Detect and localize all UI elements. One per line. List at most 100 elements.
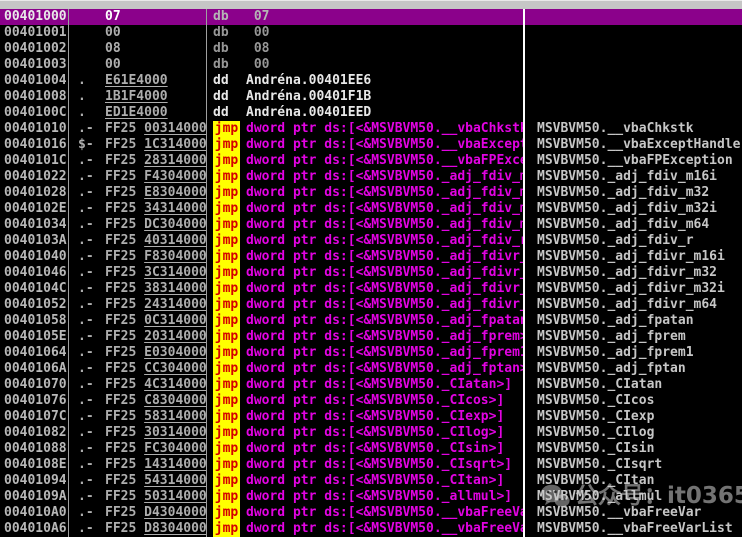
comment-cell: MSVBVM50._adj_fdiv_m32i [525, 201, 742, 217]
comment-cell: MSVBVM50._adj_fdivr_m32 [525, 265, 742, 281]
hexdump-cell: 00 [69, 57, 207, 73]
address-cell: 00401022 [0, 169, 69, 185]
analysis-prefix: .- [78, 249, 105, 265]
disasm-row[interactable]: 00401070 .-FF25 4C314000 jmpdword ptr ds… [0, 377, 742, 393]
disasm-row[interactable]: 004010A0 .-FF25 D4304000 jmpdword ptr ds… [0, 505, 742, 521]
disasm-row[interactable]: 0040108E .-FF25 14314000 jmpdword ptr ds… [0, 457, 742, 473]
disasm-row[interactable]: 00401058 .-FF25 0C314000 jmpdword ptr ds… [0, 313, 742, 329]
disasm-row[interactable]: 00401076 .-FF25 C8304000 jmpdword ptr ds… [0, 393, 742, 409]
analysis-prefix: .- [78, 233, 105, 249]
disassembly-cell: jmpdword ptr ds:[<&MSVBVM50._adj_fdivr_m… [207, 249, 525, 265]
disasm-row[interactable]: 00401002 08 db 08 [0, 41, 742, 57]
hex-bytes: FF25 [105, 313, 144, 328]
disassembly-cell: jmpdword ptr ds:[<&MSVBVM50._adj_fdiv_m3… [207, 201, 525, 217]
analysis-prefix: $- [78, 137, 105, 153]
mnemonic: jmp [213, 505, 240, 521]
disasm-row[interactable]: 0040109A .-FF25 50314000 jmpdword ptr ds… [0, 489, 742, 505]
operands: dword ptr ds:[<&MSVBVM50._CItan>] [246, 473, 504, 488]
operands: dword ptr ds:[<&MSVBVM50._CIlog>] [246, 425, 504, 440]
comment-cell: MSVBVM50._CIlog [525, 425, 742, 441]
disasm-row[interactable]: 00401088 .-FF25 FC304000 jmpdword ptr ds… [0, 441, 742, 457]
analysis-prefix: .- [78, 393, 105, 409]
hex-bytes: FF25 [105, 393, 144, 408]
comment-cell: MSVBVM50.__vbaExceptHandler [525, 137, 742, 153]
operands: dword ptr ds:[<&MSVBVM50._CIsin>] [246, 441, 504, 456]
mnemonic: jmp [213, 185, 240, 201]
hex-bytes-fixup: 3C314000 [144, 265, 207, 280]
disasm-row[interactable]: 00401052 .-FF25 24314000 jmpdword ptr ds… [0, 297, 742, 313]
hex-bytes: FF25 [105, 361, 144, 376]
disasm-row[interactable]: 00401082 .-FF25 30314000 jmpdword ptr ds… [0, 425, 742, 441]
disasm-row[interactable]: 00401094 .-FF25 54314000 jmpdword ptr ds… [0, 473, 742, 489]
hex-bytes-fixup: CC304000 [144, 361, 207, 376]
address-cell: 00401000 [0, 9, 69, 25]
analysis-prefix: .- [78, 217, 105, 233]
disasm-row[interactable]: 00401000 07 db 07 [0, 9, 742, 25]
hex-bytes-fixup: 38314000 [144, 281, 207, 296]
disassembly-cell: jmpdword ptr ds:[<&MSVBVM50._adj_fprem1>… [207, 345, 525, 361]
hex-bytes-fixup: 00314000 [144, 121, 207, 136]
address-cell: 00401004 [0, 73, 69, 89]
comment-cell: MSVBVM50._adj_fdiv_m64 [525, 217, 742, 233]
hexdump-cell: .-FF25 50314000 [69, 489, 207, 505]
comment-cell [525, 57, 742, 73]
mnemonic: jmp [213, 521, 240, 537]
hexdump-cell: .-FF25 0C314000 [69, 313, 207, 329]
hexdump-cell: .-FF25 28314000 [69, 153, 207, 169]
disassembly-cell: jmpdword ptr ds:[<&MSVBVM50.__vbaChkstk>… [207, 121, 525, 137]
operands: dword ptr ds:[<&MSVBVM50._adj_fdiv_m64>] [246, 217, 525, 232]
disasm-row[interactable]: 00401046 .-FF25 3C314000 jmpdword ptr ds… [0, 265, 742, 281]
hex-bytes: FF25 [105, 137, 144, 152]
disasm-row[interactable]: 0040101C .-FF25 28314000 jmpdword ptr ds… [0, 153, 742, 169]
mnemonic: jmp [213, 361, 240, 377]
disasm-row[interactable]: 0040103A .-FF25 40314000 jmpdword ptr ds… [0, 233, 742, 249]
disasm-row[interactable]: 0040102E .-FF25 34314000 jmpdword ptr ds… [0, 201, 742, 217]
address-cell: 00401003 [0, 57, 69, 73]
disasm-row[interactable]: 00401040 .-FF25 F8304000 jmpdword ptr ds… [0, 249, 742, 265]
mnemonic: jmp [213, 233, 240, 249]
comment-cell: MSVBVM50._CItan [525, 473, 742, 489]
disasm-row[interactable]: 0040100C .ED1E4000 ddAndréna.00401EED [0, 105, 742, 121]
disassembly-cell: jmpdword ptr ds:[<&MSVBVM50._adj_fdiv_r>… [207, 233, 525, 249]
hex-bytes: FF25 [105, 409, 144, 424]
hexdump-cell: .1B1F4000 [69, 89, 207, 105]
disasm-row[interactable]: 004010A6 .-FF25 D8304000 jmpdword ptr ds… [0, 521, 742, 537]
hex-bytes-fixup: D4304000 [144, 505, 207, 520]
hex-bytes: FF25 [105, 169, 144, 184]
disasm-row[interactable]: 00401001 00 db 00 [0, 25, 742, 41]
disasm-row[interactable]: 00401064 .-FF25 E0304000 jmpdword ptr ds… [0, 345, 742, 361]
analysis-prefix: .- [78, 313, 105, 329]
disassembly-cell: jmpdword ptr ds:[<&MSVBVM50.__vbaExceptH… [207, 137, 525, 153]
hex-bytes-fixup: 34314000 [144, 201, 207, 216]
hexdump-cell: .-FF25 3C314000 [69, 265, 207, 281]
hex-bytes: FF25 [105, 217, 144, 232]
mnemonic: jmp [213, 249, 240, 265]
analysis-prefix: .- [78, 457, 105, 473]
mnemonic: db [213, 9, 246, 25]
disassembly-cell: jmpdword ptr ds:[<&MSVBVM50._adj_fdivr_m… [207, 297, 525, 313]
disasm-row[interactable]: 00401004 .E61E4000 ddAndréna.00401EE6 [0, 73, 742, 89]
analysis-prefix: .- [78, 297, 105, 313]
mnemonic: db [213, 41, 246, 57]
disasm-row[interactable]: 0040106A .-FF25 CC304000 jmpdword ptr ds… [0, 361, 742, 377]
disasm-row[interactable]: 00401003 00 db 00 [0, 57, 742, 73]
disasm-row[interactable]: 0040104C .-FF25 38314000 jmpdword ptr ds… [0, 281, 742, 297]
hexdump-cell: .-FF25 D4304000 [69, 505, 207, 521]
disasm-row[interactable]: 00401008 .1B1F4000 ddAndréna.00401F1B [0, 89, 742, 105]
disasm-row[interactable]: 00401022 .-FF25 F4304000 jmpdword ptr ds… [0, 169, 742, 185]
hexdump-cell: .-FF25 F8304000 [69, 249, 207, 265]
disasm-row[interactable]: 00401016 $-FF25 1C314000 jmpdword ptr ds… [0, 137, 742, 153]
address-cell: 0040104C [0, 281, 69, 297]
mnemonic: jmp [213, 329, 240, 345]
disassembly-cell: jmpdword ptr ds:[<&MSVBVM50._allmul>] [207, 489, 525, 505]
disasm-row[interactable]: 00401028 .-FF25 E8304000 jmpdword ptr ds… [0, 185, 742, 201]
operands: dword ptr ds:[<&MSVBVM50._CIcos>] [246, 393, 504, 408]
operands: dword ptr ds:[<&MSVBVM50._adj_fdivr_m64>… [246, 297, 525, 312]
hex-bytes-fixup: ED1E4000 [105, 105, 168, 120]
disasm-row[interactable]: 0040107C .-FF25 58314000 jmpdword ptr ds… [0, 409, 742, 425]
disassembly-cell: db 00 [207, 57, 525, 73]
disasm-row[interactable]: 0040105E .-FF25 20314000 jmpdword ptr ds… [0, 329, 742, 345]
disasm-row[interactable]: 00401010 .-FF25 00314000 jmpdword ptr ds… [0, 121, 742, 137]
hexdump-cell: .ED1E4000 [69, 105, 207, 121]
disasm-row[interactable]: 00401034 .-FF25 DC304000 jmpdword ptr ds… [0, 217, 742, 233]
